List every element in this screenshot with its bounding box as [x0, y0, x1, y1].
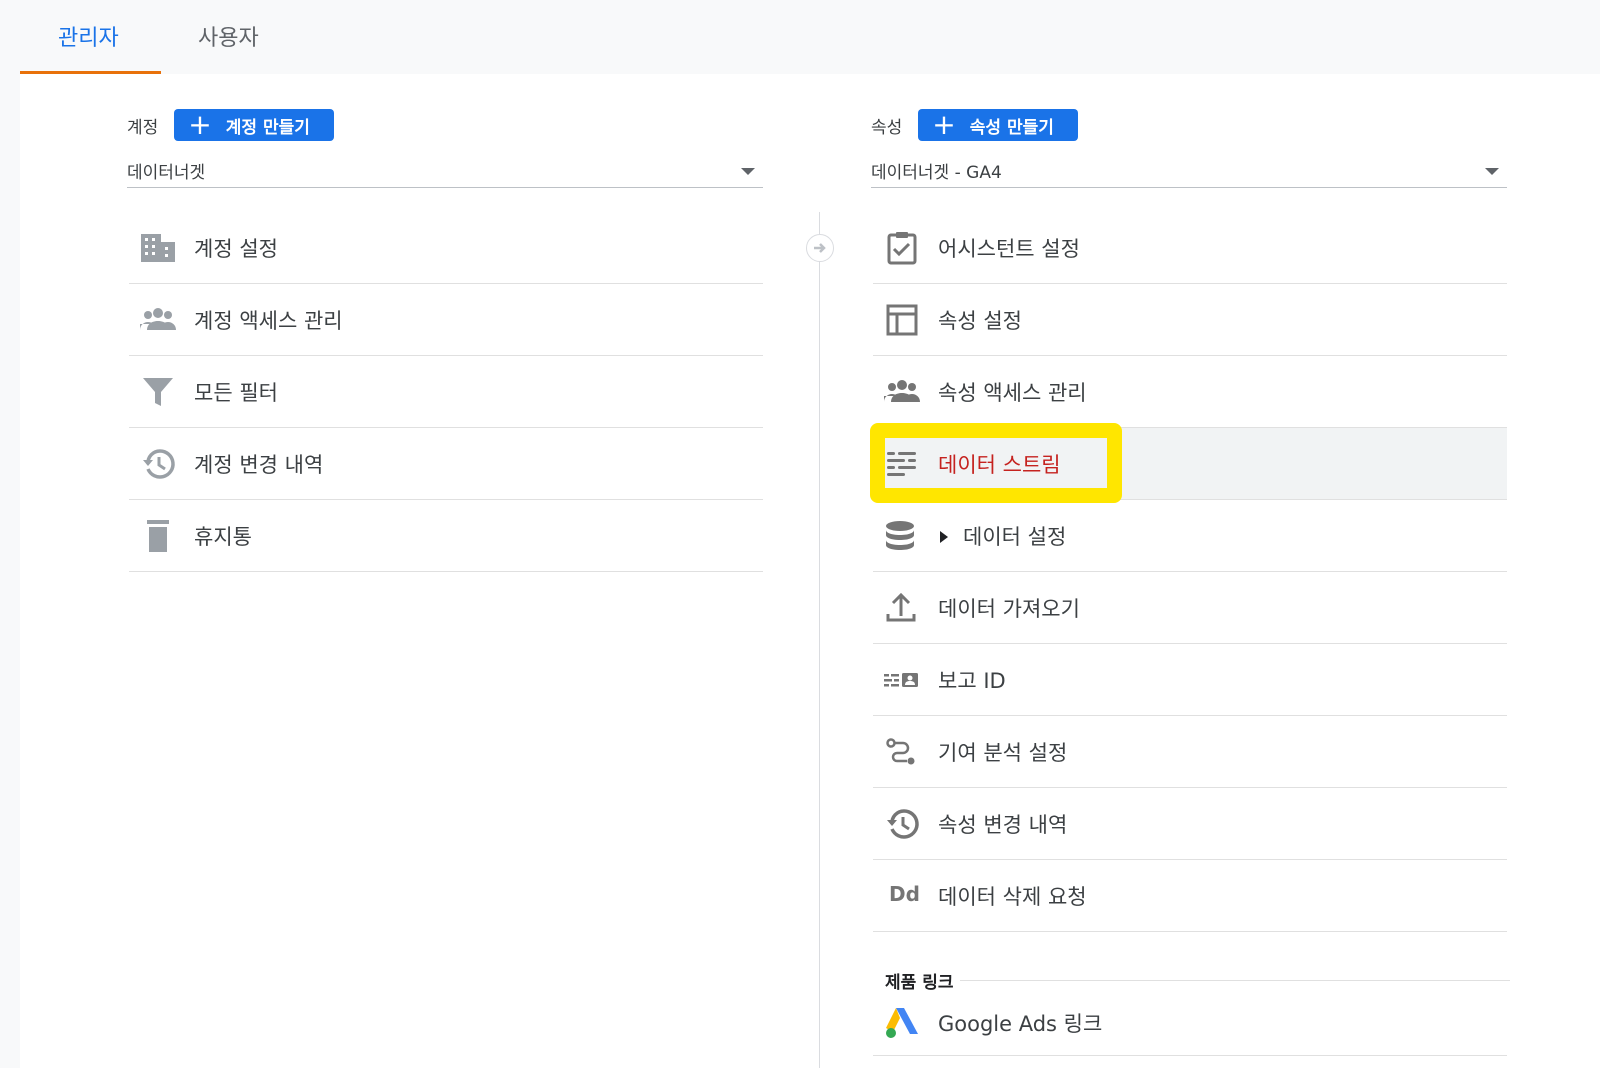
property-access-label: 속성 액세스 관리	[938, 380, 1087, 405]
property-menu: 어시스턴트 설정 속성 설정 속성 액세스 관리 데이터 스트림 데이터 설정	[873, 212, 1507, 932]
tab-admin[interactable]: 관리자	[58, 20, 119, 52]
property-label: 속성	[871, 117, 903, 138]
create-property-button[interactable]: + 속성 만들기	[918, 109, 1078, 141]
google-ads-link-item[interactable]: Google Ads 링크	[873, 990, 1507, 1056]
data-deletion-icon: Dd	[889, 882, 920, 906]
section-divider	[960, 980, 1510, 981]
property-history-item[interactable]: 속성 변경 내역	[873, 788, 1507, 860]
property-history-label: 속성 변경 내역	[938, 812, 1068, 837]
setup-assistant-item[interactable]: 어시스턴트 설정	[873, 212, 1507, 284]
account-select[interactable]: 데이터너겟	[127, 154, 763, 188]
product-links-menu: Google Ads 링크	[873, 990, 1507, 1056]
data-deletion-item[interactable]: Dd 데이터 삭제 요청	[873, 860, 1507, 932]
property-settings-item[interactable]: 속성 설정	[873, 284, 1507, 356]
property-settings-label: 속성 설정	[938, 308, 1022, 333]
top-tabs: 관리자 사용자	[0, 0, 1600, 74]
arrow-right-icon[interactable]	[806, 234, 834, 262]
history-icon	[887, 809, 919, 839]
account-label: 계정	[127, 117, 159, 138]
highlight-box	[870, 423, 1122, 503]
all-filters-item[interactable]: 모든 필터	[129, 356, 763, 428]
create-account-button[interactable]: + 계정 만들기	[174, 109, 334, 141]
account-settings-item[interactable]: 계정 설정	[129, 212, 763, 284]
reporting-id-item[interactable]: 보고 ID	[873, 644, 1507, 716]
upload-icon	[886, 592, 916, 622]
property-select-value: 데이터너겟 - GA4	[871, 163, 1002, 183]
tab-user[interactable]: 사용자	[198, 20, 259, 52]
building-icon	[141, 234, 175, 262]
account-history-label: 계정 변경 내역	[194, 452, 324, 477]
account-header: 계정 + 계정 만들기	[127, 109, 334, 141]
property-header: 속성 + 속성 만들기	[871, 109, 1078, 141]
account-settings-label: 계정 설정	[194, 236, 278, 261]
account-access-item[interactable]: 계정 액세스 관리	[129, 284, 763, 356]
data-settings-label: 데이터 설정	[963, 524, 1067, 549]
dropdown-caret-icon	[741, 168, 755, 175]
create-property-label: 속성 만들기	[969, 117, 1054, 138]
plus-icon: +	[188, 108, 212, 141]
all-filters-label: 모든 필터	[194, 380, 278, 405]
trash-item[interactable]: 휴지통	[129, 500, 763, 572]
people-icon	[884, 380, 920, 402]
expand-arrow-icon[interactable]	[939, 530, 949, 544]
history-icon	[143, 449, 175, 479]
data-import-item[interactable]: 데이터 가져오기	[873, 572, 1507, 644]
setup-assistant-label: 어시스턴트 설정	[938, 236, 1080, 261]
account-access-label: 계정 액세스 관리	[194, 308, 343, 333]
account-menu: 계정 설정 계정 액세스 관리 모든 필터 계정 변경 내역 휴지통	[129, 212, 763, 572]
account-history-item[interactable]: 계정 변경 내역	[129, 428, 763, 500]
data-settings-item[interactable]: 데이터 설정	[873, 500, 1507, 572]
layout-icon	[886, 304, 918, 336]
create-account-label: 계정 만들기	[225, 117, 310, 138]
google-ads-link-label: Google Ads 링크	[938, 1011, 1103, 1036]
reporting-id-label: 보고 ID	[938, 668, 1006, 693]
google-ads-icon	[886, 1008, 918, 1038]
data-import-label: 데이터 가져오기	[938, 596, 1080, 621]
property-select[interactable]: 데이터너겟 - GA4	[871, 154, 1507, 188]
filter-icon	[143, 378, 173, 406]
database-icon	[886, 521, 914, 550]
reporting-id-icon	[884, 673, 918, 687]
people-icon	[140, 308, 176, 330]
trash-icon	[147, 520, 169, 552]
property-access-item[interactable]: 속성 액세스 관리	[873, 356, 1507, 428]
attribution-settings-label: 기여 분석 설정	[938, 740, 1068, 765]
account-select-value: 데이터너겟	[127, 163, 206, 183]
plus-icon: +	[932, 108, 956, 141]
checklist-icon	[887, 232, 917, 265]
trash-label: 휴지통	[194, 524, 252, 549]
column-divider	[819, 212, 820, 1068]
attribution-settings-item[interactable]: 기여 분석 설정	[873, 716, 1507, 788]
data-deletion-label: 데이터 삭제 요청	[938, 884, 1087, 909]
dropdown-caret-icon	[1485, 168, 1499, 175]
attribution-icon	[886, 738, 915, 765]
